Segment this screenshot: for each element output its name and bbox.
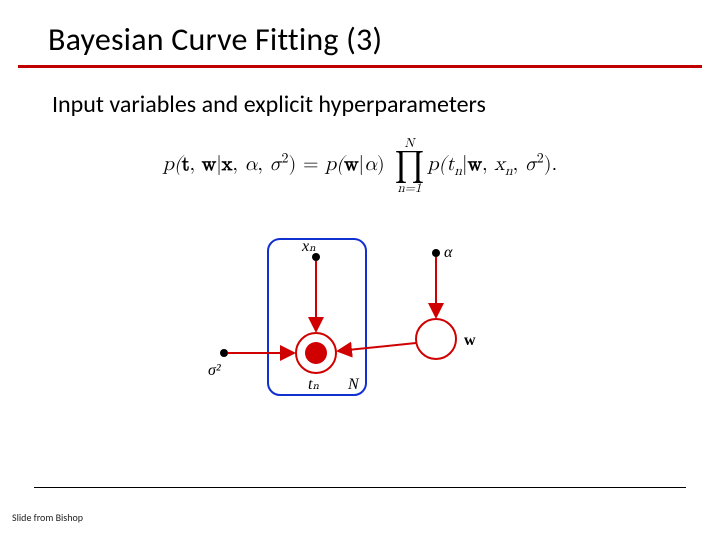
eq-alpha: α — [245, 154, 258, 174]
eq-xn-n: n — [505, 164, 513, 178]
graphical-model-diagram: xₙ α w σ² tₙ N — [200, 225, 520, 425]
w-node — [416, 319, 456, 359]
eq-c4: , — [482, 154, 494, 174]
eq-sq3: 2 — [537, 152, 544, 166]
eq-w3: w — [468, 154, 482, 174]
eq-c3: , — [257, 154, 269, 174]
eq-prod-sym: ∏ — [394, 150, 424, 182]
title-container: Bayesian Curve Fitting (3) — [18, 20, 702, 68]
label-sigma2: σ² — [208, 362, 222, 379]
eq-product: N∏n=1 — [394, 137, 424, 195]
eq-t: t — [182, 154, 190, 174]
equation-block: p(t, w|x, α, σ2) = p(w|α) N∏n=1p(tn|w, x… — [0, 137, 720, 195]
eq-alpha2: α — [364, 154, 377, 174]
footer-rule — [34, 487, 686, 488]
equation-text: p(t, w|x, α, σ2) = p(w|α) N∏n=1p(tn|w, x… — [163, 154, 557, 174]
arrow-w-tn — [338, 343, 416, 351]
eq-p1: p( — [163, 154, 182, 174]
eq-c2: , — [232, 154, 244, 174]
eq-c5: , — [513, 154, 525, 174]
eq-sq: 2 — [282, 152, 289, 166]
label-xn: xₙ — [301, 238, 316, 255]
eq-xn-x: x — [494, 154, 505, 174]
eq-w2: w — [344, 154, 358, 174]
eq-p2: p( — [325, 154, 344, 174]
alpha-dot — [432, 249, 440, 257]
eq-p3: p( — [428, 154, 447, 174]
label-N: N — [347, 376, 360, 393]
eq-sigma3: σ — [525, 154, 537, 174]
eq-w: w — [202, 154, 216, 174]
eq-close2: ) — [377, 154, 391, 174]
eq-sigma: σ — [270, 154, 282, 174]
attribution-text: Slide from Bishop — [12, 511, 83, 524]
eq-prod-top: N — [394, 137, 424, 150]
eq-prod-bot: n=1 — [394, 182, 424, 195]
label-w: w — [464, 332, 476, 349]
sigma-dot — [220, 349, 228, 357]
eq-x: x — [222, 154, 233, 174]
eq-eq: ) = — [289, 154, 326, 174]
eq-c1: , — [190, 154, 202, 174]
label-alpha: α — [444, 244, 453, 261]
tn-node-inner — [305, 342, 327, 364]
eq-close3: ). — [544, 154, 557, 174]
slide-root: Bayesian Curve Fitting (3) Input variabl… — [0, 0, 720, 540]
label-tn: tₙ — [308, 376, 319, 393]
slide-subtitle: Input variables and explicit hyperparame… — [0, 68, 720, 129]
eq-tn-n: n — [454, 164, 462, 178]
slide-title: Bayesian Curve Fitting (3) — [48, 20, 672, 59]
